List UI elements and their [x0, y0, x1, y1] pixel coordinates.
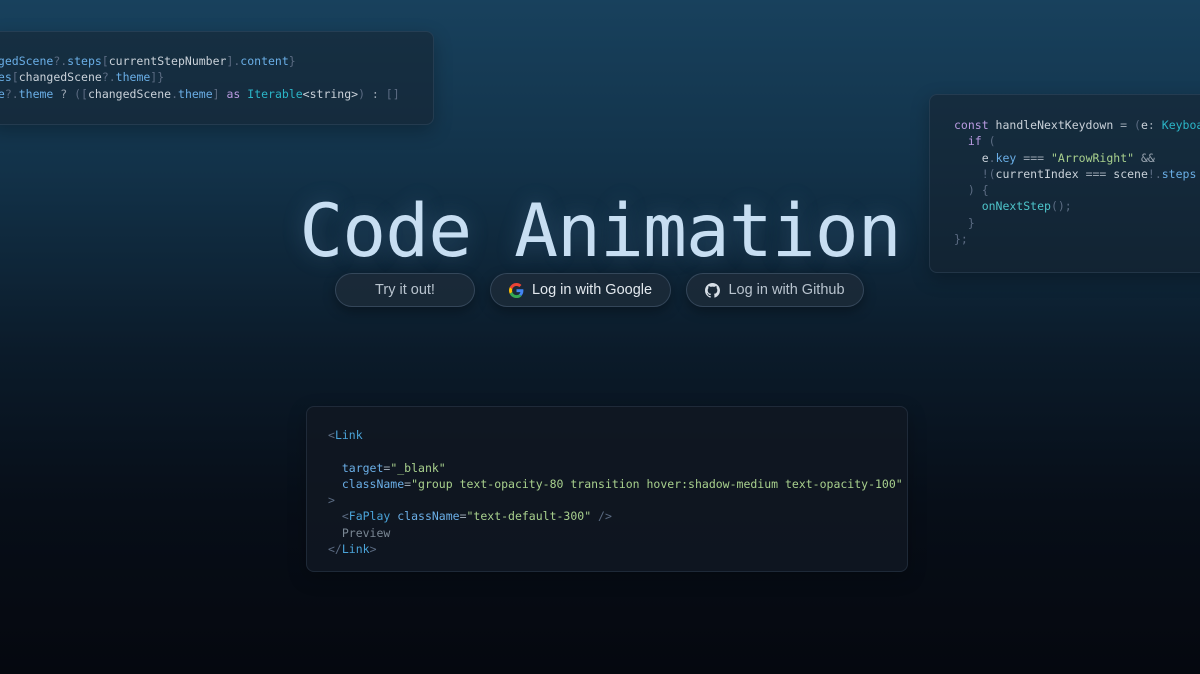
- code-line: <FaPlay className="text-default-300" />: [328, 508, 903, 524]
- code-line: e.key === "ArrowRight" &&: [954, 150, 1200, 166]
- code-token: ]: [212, 86, 220, 101]
- code-line: !(currentIndex === scene!.steps: [954, 166, 1200, 182]
- code-token: "text-default-300": [466, 509, 592, 524]
- code-token: className: [328, 476, 405, 491]
- code-token: target: [328, 460, 384, 475]
- code-token: theme: [178, 86, 213, 101]
- code-token: ===: [1085, 166, 1114, 181]
- code-token: (: [1134, 118, 1141, 132]
- code-line: className="group text-opacity-80 transit…: [328, 476, 903, 492]
- code-line: mes[changedScene?.theme]}: [0, 69, 400, 85]
- code-token: ].: [226, 54, 241, 68]
- github-icon: [705, 282, 721, 298]
- code-token: changedScene: [87, 86, 172, 101]
- code-line: Preview: [328, 525, 903, 541]
- login-google-button[interactable]: Log in with Google: [490, 273, 671, 307]
- code-token: />: [591, 509, 612, 524]
- code-line: const handleNextKeydown = (e: KeyboardEv…: [954, 117, 1200, 133]
- google-icon: [508, 282, 524, 298]
- code-token: ([: [74, 86, 88, 101]
- code-snippet-top-left: ngedScene?.steps[currentStepNumber].cont…: [0, 31, 434, 125]
- code-token: theme: [115, 70, 151, 85]
- code-line: if (: [954, 133, 1200, 149]
- code-token: >: [369, 542, 377, 557]
- code-token: ): [358, 86, 365, 101]
- code-token: ]}: [150, 70, 165, 85]
- try-it-out-label: Try it out!: [375, 282, 435, 298]
- code-token: "_blank": [390, 460, 446, 475]
- code-token: .: [988, 150, 996, 165]
- code-block: ngedScene?.steps[currentStepNumber].cont…: [0, 53, 400, 102]
- code-token: .: [171, 86, 179, 101]
- code-token: Iterable: [247, 86, 303, 101]
- code-token: steps: [1161, 166, 1197, 181]
- code-token: ?.: [53, 54, 68, 68]
- code-token: content: [240, 54, 289, 68]
- code-token: className: [397, 509, 460, 524]
- code-token: key: [995, 150, 1017, 165]
- code-token: steps: [67, 54, 102, 68]
- code-token: &&: [1134, 150, 1155, 165]
- code-token: ?.: [4, 86, 19, 101]
- code-token: Link: [341, 542, 370, 557]
- code-token: =: [459, 509, 467, 524]
- code-token: ngedScene: [0, 54, 54, 68]
- code-token: }: [288, 54, 296, 68]
- code-token: ?.: [101, 70, 116, 85]
- login-google-label: Log in with Google: [531, 282, 653, 298]
- code-token: mes: [0, 70, 12, 85]
- code-token: <: [328, 509, 349, 524]
- code-token: handleNextKeydown: [995, 118, 1121, 132]
- code-token: FaPlay: [348, 509, 398, 524]
- code-line: target="_blank": [328, 460, 903, 476]
- code-token: KeyboardEvent: [1161, 118, 1200, 132]
- code-token: [: [101, 54, 109, 68]
- code-line: <Link: [328, 427, 903, 443]
- try-it-out-button[interactable]: Try it out!: [335, 273, 475, 307]
- code-block: <Link target="_blank" className="group t…: [328, 427, 903, 557]
- login-github-label: Log in with Github: [728, 282, 845, 298]
- code-token: [: [11, 70, 19, 85]
- code-token: ?: [53, 86, 75, 101]
- code-token: "ArrowRight": [1050, 150, 1135, 165]
- code-token: (: [988, 134, 996, 149]
- code-token: Link: [334, 428, 363, 442]
- code-token: :: [1147, 118, 1162, 132]
- code-token: e: [954, 150, 989, 165]
- code-line: ne?.theme ? ([changedScene.theme] as Ite…: [0, 86, 400, 102]
- code-token: :: [365, 86, 386, 101]
- code-token: >: [328, 493, 335, 508]
- code-token: =: [1120, 118, 1135, 132]
- code-line: </Link>: [328, 541, 903, 557]
- code-token: currentIndex: [995, 166, 1086, 181]
- code-token: </: [328, 542, 342, 557]
- code-token: []: [385, 86, 400, 101]
- code-token: Preview: [328, 525, 391, 540]
- code-token: !.: [1147, 166, 1162, 181]
- code-token: currentStepNumber: [108, 54, 227, 68]
- code-token: if: [954, 134, 989, 149]
- code-token: <string>: [302, 86, 359, 101]
- code-token: e: [1140, 118, 1148, 132]
- code-snippet-center: <Link target="_blank" className="group t…: [306, 406, 908, 572]
- code-token: scene: [1113, 166, 1148, 181]
- login-github-button[interactable]: Log in with Github: [686, 273, 864, 307]
- code-token: as: [219, 86, 248, 101]
- code-token: const: [954, 118, 996, 132]
- code-token: theme: [18, 86, 54, 101]
- code-line: ngedScene?.steps[currentStepNumber].cont…: [0, 53, 400, 69]
- code-token: ===: [1016, 150, 1051, 165]
- hero-title: Code Animation: [299, 188, 901, 274]
- code-token: "group text-opacity-80 transition hover:…: [411, 476, 903, 491]
- code-token: <: [328, 428, 335, 442]
- code-token: changedScene: [18, 70, 102, 85]
- code-token: !(: [954, 166, 996, 181]
- code-line: >: [328, 492, 903, 508]
